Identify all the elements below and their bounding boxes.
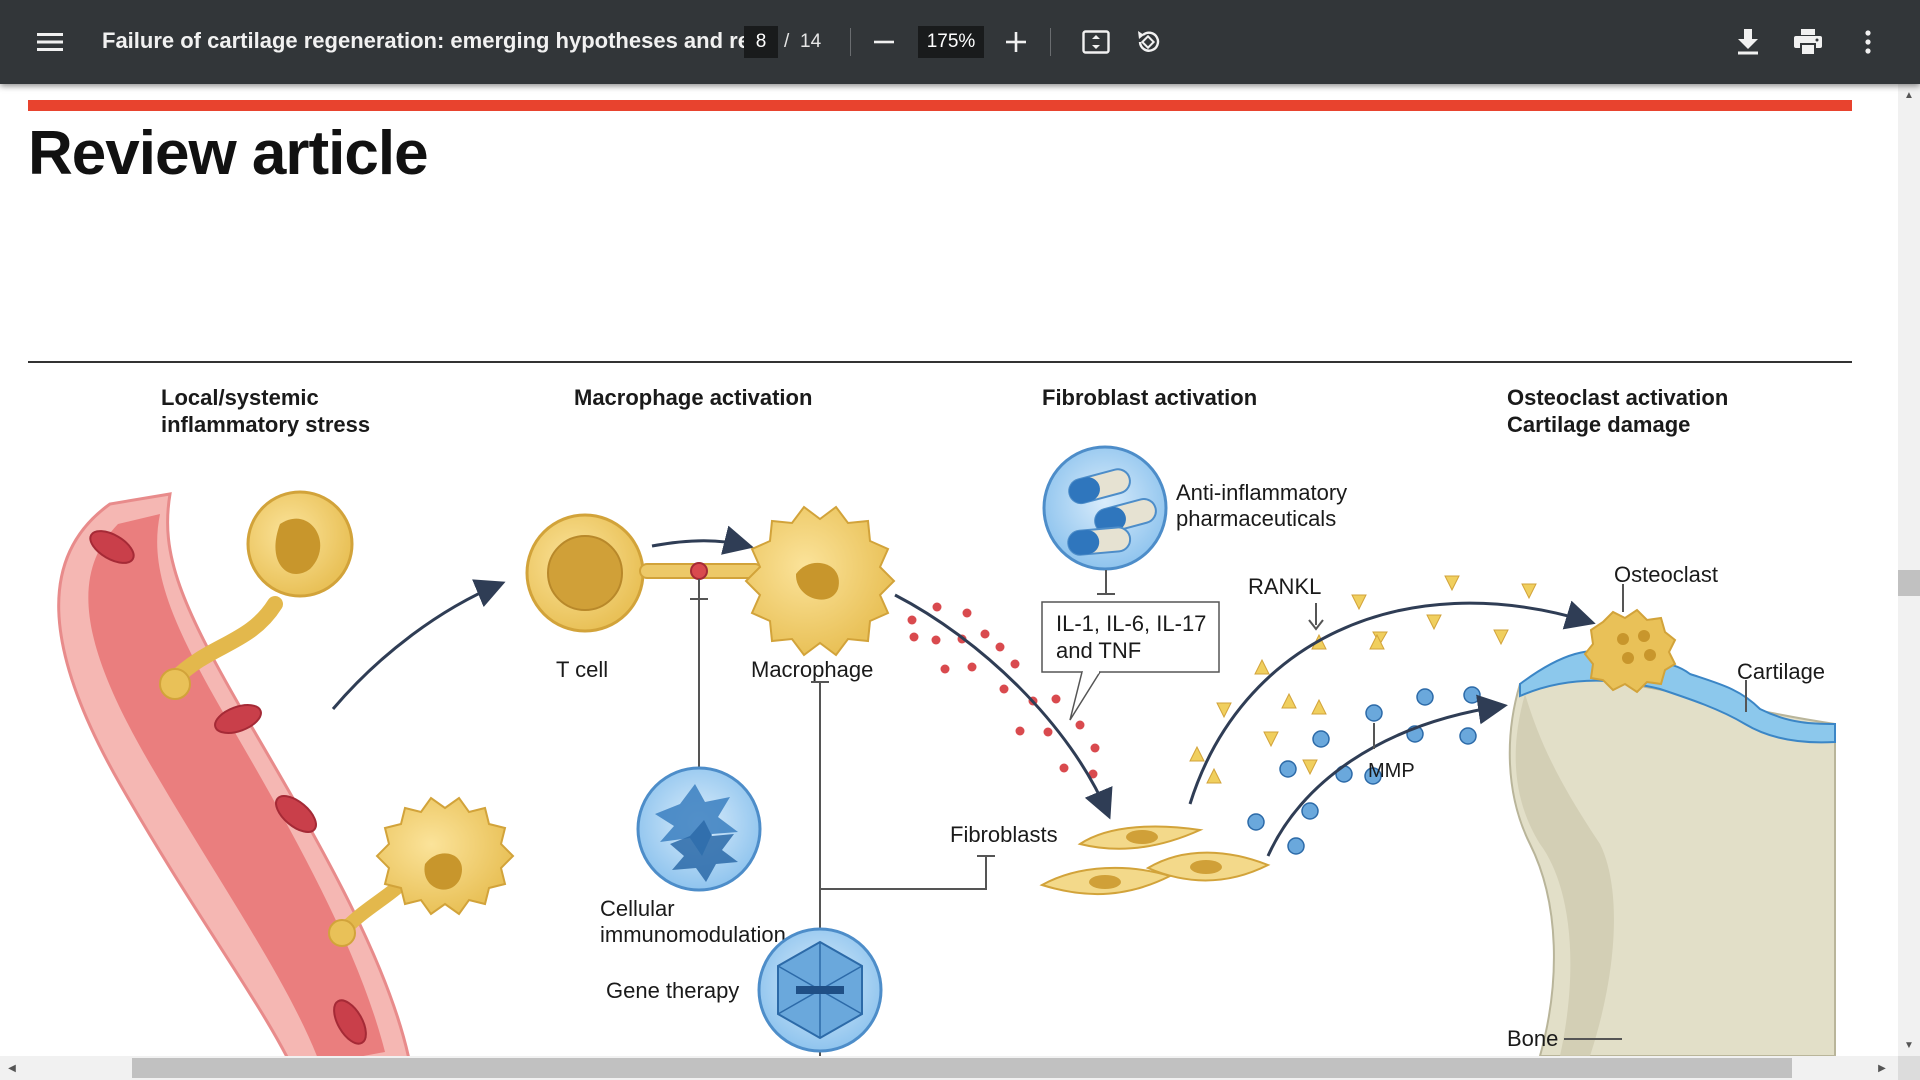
label-fibroblasts: Fibroblasts — [950, 822, 1058, 847]
minus-icon — [874, 40, 894, 44]
label-cellular: Cellular — [600, 896, 675, 921]
scroll-left-icon[interactable]: ◀ — [2, 1058, 22, 1078]
rotate-icon — [1138, 31, 1160, 52]
fit-to-page-icon — [1082, 30, 1110, 54]
label-tnf: and TNF — [1056, 638, 1141, 663]
bone-joint — [1508, 649, 1836, 1056]
scroll-right-icon[interactable]: ▶ — [1872, 1058, 1892, 1078]
gene-therapy-icon — [757, 927, 883, 1053]
zoom-in-button[interactable] — [1000, 26, 1032, 58]
vertical-scroll-thumb[interactable] — [1898, 570, 1920, 596]
page-total: 14 — [800, 31, 822, 52]
page-number-input[interactable] — [744, 26, 778, 58]
label-cartilage: Cartilage — [1737, 659, 1825, 684]
download-button[interactable] — [1730, 24, 1766, 60]
scrollbar-corner — [1898, 1056, 1920, 1080]
label-pharmaceuticals: pharmaceuticals — [1176, 506, 1336, 531]
panel-heading-inflammatory-2: inflammatory stress — [161, 412, 370, 437]
migrating-cell-lower — [328, 796, 515, 947]
label-immunomodulation: immunomodulation — [600, 922, 786, 947]
migrating-cell-upper — [159, 490, 354, 700]
zoom-level-input[interactable] — [918, 26, 984, 58]
fibroblasts — [1039, 825, 1271, 896]
plus-icon — [1006, 32, 1026, 52]
pdf-page-viewport[interactable]: Review article Local/systemic inflammato… — [0, 84, 1898, 1056]
print-button[interactable] — [1790, 24, 1826, 60]
rotate-button[interactable] — [1130, 24, 1166, 60]
pdf-toolbar: Failure of cartilage regeneration: emerg… — [0, 0, 1920, 84]
label-tcell: T cell — [556, 657, 608, 682]
arrow-to-tcell — [331, 579, 506, 710]
print-icon — [1794, 29, 1822, 55]
pharmaceuticals-icon — [1042, 445, 1168, 595]
label-bone: Bone — [1507, 1026, 1558, 1051]
fit-to-page-button[interactable] — [1078, 24, 1114, 60]
panel-heading-osteoclast-2: Cartilage damage — [1507, 412, 1690, 437]
osteoclast-cell — [1583, 608, 1677, 694]
toolbar-divider — [850, 28, 851, 56]
zoom-out-button[interactable] — [868, 26, 900, 58]
figure-illustration: Local/systemic inflammatory stress Macro… — [57, 385, 1836, 1056]
panel-heading-inflammatory: Local/systemic — [161, 385, 319, 410]
more-vert-icon — [1865, 30, 1871, 54]
label-gene-therapy: Gene therapy — [606, 978, 739, 1003]
hamburger-menu-icon[interactable] — [30, 22, 70, 62]
label-osteoclast: Osteoclast — [1614, 562, 1718, 587]
blood-vessel — [57, 492, 410, 1056]
panel-heading-macrophage: Macrophage activation — [574, 385, 812, 410]
scroll-up-icon[interactable]: ▲ — [1898, 86, 1920, 104]
tcell — [525, 513, 645, 633]
label-rankl: RANKL — [1248, 574, 1321, 599]
download-icon — [1738, 29, 1758, 55]
panel-heading-osteoclast: Osteoclast activation — [1507, 385, 1728, 410]
panel-heading-fibroblast: Fibroblast activation — [1042, 385, 1257, 410]
label-macrophage: Macrophage — [751, 657, 873, 682]
label-anti-inflammatory: Anti-inflammatory — [1176, 480, 1347, 505]
toolbar-divider — [1050, 28, 1051, 56]
page-separator: / — [784, 31, 790, 52]
more-options-button[interactable] — [1852, 24, 1884, 60]
cellular-immunomodulation-icon — [636, 766, 762, 892]
scroll-down-icon[interactable]: ▼ — [1898, 1036, 1920, 1054]
label-cytokines: IL-1, IL-6, IL-17 — [1056, 611, 1206, 636]
horizontal-scroll-thumb[interactable] — [132, 1058, 1792, 1078]
label-mmp: MMP — [1368, 760, 1415, 782]
macrophage — [744, 505, 896, 657]
arrow-tcell-to-macrophage — [651, 525, 754, 555]
tcell-macrophage-synapse — [639, 562, 763, 769]
document-title: Failure of cartilage regeneration: emerg… — [102, 28, 775, 53]
